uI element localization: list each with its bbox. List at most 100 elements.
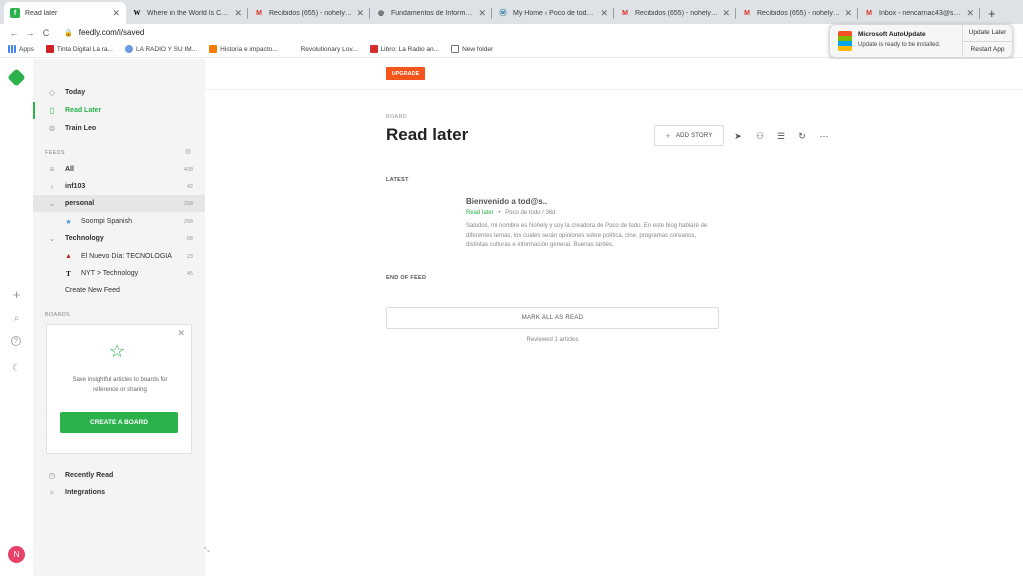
blank-page-icon <box>289 45 298 53</box>
feedly-icon: f <box>10 8 20 18</box>
chevron-down-icon[interactable]: ⌄ <box>46 234 58 243</box>
chevron-down-icon[interactable]: ⌄ <box>46 199 58 208</box>
feed-count: 42 <box>186 183 193 190</box>
tab-read-later[interactable]: f Read later ✕ <box>4 2 126 24</box>
close-icon[interactable]: ✕ <box>112 8 120 19</box>
tab-wordpress[interactable]: ⓦ My Home ‹ Poco de todo — W ✕ <box>492 2 614 24</box>
add-story-label: ADD STORY <box>675 132 713 139</box>
close-icon[interactable]: ✕ <box>177 328 185 339</box>
new-tab-button[interactable]: + <box>988 2 996 24</box>
collapse-sidebar-icon[interactable]: ⤡ <box>204 547 210 555</box>
night-mode-icon[interactable]: ☾ <box>9 361 24 376</box>
wordpress-icon: ⓦ <box>499 10 507 17</box>
bookmark-item[interactable]: LA RADIO Y SU IM... <box>124 45 197 53</box>
feed-label: inf103 <box>65 183 86 190</box>
create-board-button[interactable]: CREATE A BOARD <box>60 412 178 433</box>
article-title[interactable]: Bienvenido a tod@s.. <box>466 197 547 206</box>
tab-gmail[interactable]: M Recibidos (655) - nohelyencr ✕ <box>248 2 370 24</box>
refresh-icon[interactable]: ↻ <box>795 129 809 143</box>
feeds-header: FEEDS <box>45 150 65 156</box>
bookmark-apps[interactable]: Apps <box>8 45 34 53</box>
close-icon[interactable]: ✕ <box>600 8 608 19</box>
article-summary[interactable]: Saludos, mi nombre es Nohely y soy la cr… <box>466 222 718 251</box>
back-button[interactable]: ← <box>6 28 22 38</box>
bookmark-item[interactable]: Historia e impacto... <box>209 45 278 53</box>
share-team-icon[interactable]: ⚇ <box>753 129 767 143</box>
left-rail: + ⌕ ? ☾ N <box>0 59 33 576</box>
close-icon[interactable]: ✕ <box>234 8 242 19</box>
feed-soompi-spanish[interactable]: ★ Soompi Spanish 258 <box>33 213 205 230</box>
bookmark-item[interactable]: Libro: La Radio an... <box>369 45 439 53</box>
feed-el-nuevo-dia[interactable]: ▲ El Nuevo Día: TECNOLOGIA 23 <box>33 248 205 265</box>
update-later-button[interactable]: Update Later <box>963 25 1012 41</box>
sidebar-item-label: Integrations <box>65 489 106 496</box>
bookmark-label: Historia e impacto... <box>220 45 278 53</box>
tab-gmail[interactable]: M Recibidos (655) - nohelyencr ✕ <box>614 2 736 24</box>
feed-personal[interactable]: ⌄ personal 258 <box>33 195 205 212</box>
create-new-feed-link[interactable]: Create New Feed <box>33 282 205 299</box>
tab-title: Recibidos (655) - nohelyencr <box>757 9 841 17</box>
bookmark-folder[interactable]: New folder <box>451 45 493 53</box>
sidebar-item-integrations[interactable]: ⌕ Integrations <box>33 484 205 501</box>
address-bar[interactable]: feedly.com/i/saved <box>79 28 145 37</box>
search-icon[interactable]: ⌕ <box>9 311 24 326</box>
tab-fundamentos[interactable]: ◍ Fundamentos de Informática ✕ <box>370 2 492 24</box>
close-icon[interactable]: ✕ <box>722 8 730 19</box>
feed-all[interactable]: ≡ All 408 <box>33 161 205 178</box>
upgrade-button[interactable]: UPGRADE <box>386 67 425 80</box>
article-source[interactable]: Poco de todo / 36d <box>505 210 555 216</box>
bookmark-item[interactable]: Tinta Digital La ra... <box>45 45 113 53</box>
close-icon[interactable]: ✕ <box>966 8 974 19</box>
sidebar-item-today[interactable]: ◇ Today <box>33 84 205 101</box>
feed-label: NYT > Technology <box>81 270 139 277</box>
gmail-icon: M <box>744 9 750 17</box>
tab-inbox[interactable]: M Inbox - nencarnac43@sagrad ✕ <box>858 2 980 24</box>
article-board-link[interactable]: Read later <box>466 210 494 216</box>
close-icon[interactable]: ✕ <box>478 8 486 19</box>
forward-button[interactable]: → <box>22 28 38 38</box>
help-icon[interactable]: ? <box>11 336 21 346</box>
close-icon[interactable]: ✕ <box>356 8 364 19</box>
feed-label: Soompi Spanish <box>81 218 132 225</box>
avatar[interactable]: N <box>8 546 25 563</box>
lock-icon[interactable]: 🔒 <box>64 29 73 37</box>
apps-grid-icon <box>8 45 16 53</box>
close-icon[interactable]: ✕ <box>844 8 852 19</box>
send-icon[interactable]: ➤ <box>731 129 745 143</box>
sidebar-item-label: Train Leo <box>65 125 97 132</box>
restart-app-button[interactable]: Restart App <box>963 40 1012 58</box>
create-feed-label: Create New Feed <box>65 287 120 294</box>
add-icon[interactable]: + <box>9 287 24 302</box>
feed-nyt-technology[interactable]: T NYT > Technology 45 <box>33 265 205 282</box>
tab-gmail[interactable]: M Recibidos (655) - nohelyencr ✕ <box>736 2 858 24</box>
leo-icon: ⊜ <box>48 124 56 133</box>
sidebar-item-read-later[interactable]: ▯ Read Later <box>33 102 205 119</box>
boards-header: BOARDS <box>45 312 71 318</box>
tab-wikipedia[interactable]: W Where in the World Is Carme ✕ <box>126 2 248 24</box>
bookmark-item[interactable]: Revolutionary Lov... <box>289 45 358 53</box>
microsoft-autoupdate-icon <box>838 31 852 51</box>
sidebar-item-label: Read Later <box>65 107 102 114</box>
folder-icon <box>451 45 460 53</box>
page-title: Read later <box>386 125 469 144</box>
feed-count: 408 <box>183 166 193 173</box>
sidebar-item-train-leo[interactable]: ⊜ Train Leo <box>33 120 205 137</box>
tab-title: Recibidos (655) - nohelyencr <box>269 9 353 17</box>
feeds-settings-icon[interactable]: ⚙ <box>185 148 191 156</box>
chevron-right-icon[interactable]: › <box>46 182 58 191</box>
feed-count: 258 <box>183 218 193 225</box>
reload-button[interactable]: C <box>38 28 54 38</box>
board-kicker: BOARD <box>386 114 408 120</box>
feed-technology[interactable]: ⌄ Technology 68 <box>33 230 205 247</box>
sidebar-item-recently-read[interactable]: ◷ Recently Read <box>33 467 205 484</box>
feed-inf103[interactable]: › inf103 42 <box>33 178 205 195</box>
create-board-card: ✕ ☆ Save insightful articles to boards f… <box>46 324 192 454</box>
list-view-icon[interactable]: ☰ <box>774 129 788 143</box>
book-icon <box>369 45 378 53</box>
feedly-page: + ⌕ ? ☾ N ◇ Today ▯ Read Later ⊜ Train L… <box>0 59 1023 576</box>
more-icon[interactable]: ⋯ <box>817 129 831 143</box>
add-story-button[interactable]: + ADD STORY <box>654 125 724 146</box>
feedly-logo-icon[interactable] <box>7 68 26 87</box>
sidebar: ◇ Today ▯ Read Later ⊜ Train Leo FEEDS ⚙… <box>33 59 205 576</box>
mark-all-as-read-button[interactable]: MARK ALL AS READ <box>386 307 719 329</box>
